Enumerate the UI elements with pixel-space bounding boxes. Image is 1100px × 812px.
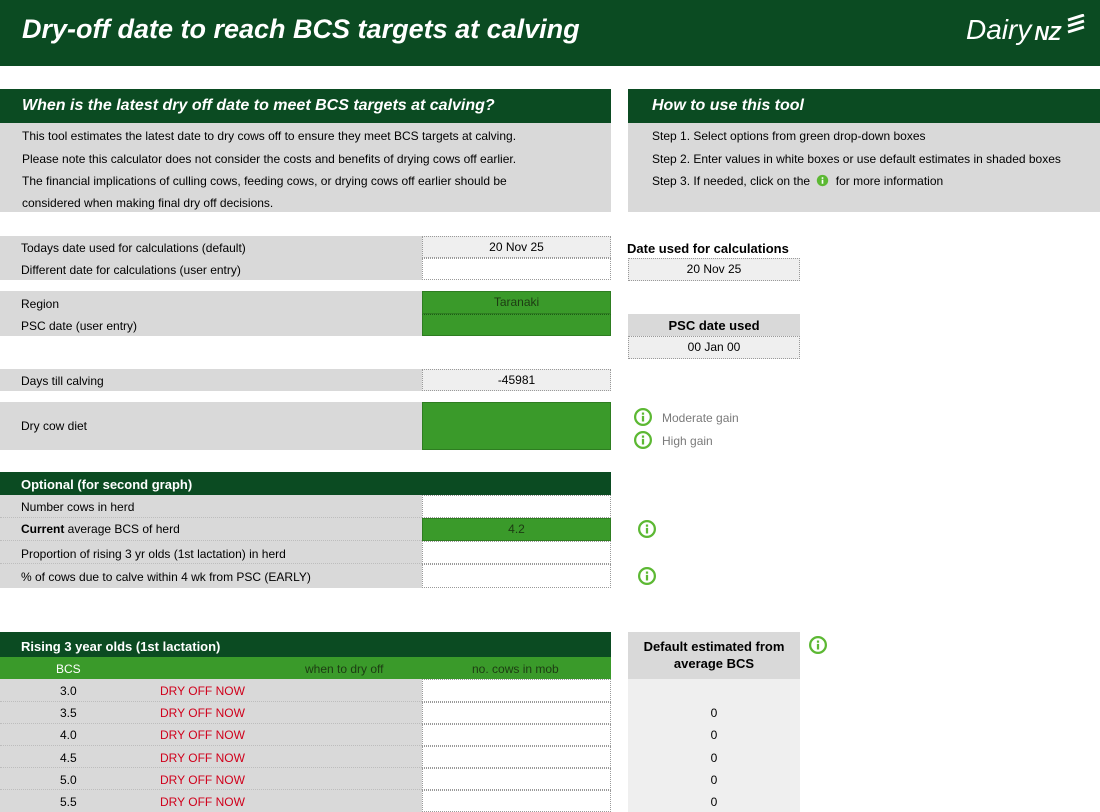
todays-date-label: Todays date used for calculations (defau… [21, 241, 246, 255]
default-value: 0 [710, 728, 718, 742]
rising-row-when: DRY OFF NOW [160, 684, 245, 698]
logo-text: Dairy [965, 14, 1032, 45]
moderate-gain-label: Moderate gain [662, 411, 739, 425]
rising-heading: Rising 3 year olds (1st lactation) [0, 632, 611, 657]
rising-row-when: DRY OFF NOW [160, 728, 245, 742]
step-3-text: Step 3. If needed, click on the for more… [652, 174, 943, 188]
step-2-text: Step 2. Enter values in white boxes or u… [652, 152, 1061, 166]
default-value: 0 [710, 706, 718, 720]
current-bcs-info-icon[interactable] [638, 520, 656, 538]
number-cows-label: Number cows in herd [21, 500, 135, 514]
default-value: 0 [710, 795, 718, 809]
psc-date-label: PSC date (user entry) [21, 319, 138, 333]
col-when-header: when to dry off [305, 662, 384, 676]
early-calving-label: % of cows due to calve within 4 wk from … [21, 570, 311, 584]
info-icon [817, 174, 829, 187]
number-cows-input[interactable] [422, 495, 611, 518]
moderate-gain-info-icon[interactable] [634, 408, 652, 426]
dry-cow-diet-dropdown[interactable] [422, 402, 611, 450]
intro-panel: This tool estimates the latest date to d… [0, 123, 611, 212]
rising-row-bcs: 5.5 [60, 795, 77, 809]
logo-nz: NZ [1034, 23, 1061, 45]
default-header: Default estimated from average BCS [643, 639, 785, 671]
region-dropdown[interactable]: Taranaki [422, 291, 611, 314]
different-date-label: Different date for calculations (user en… [21, 263, 241, 277]
page-title: Dry-off date to reach BCS targets at cal… [22, 14, 580, 44]
intro-heading: When is the latest dry off date to meet … [0, 89, 611, 123]
date-used-header: Date used for calculations [627, 241, 789, 256]
step-1-text: Step 1. Select options from green drop-d… [652, 129, 926, 143]
rising-row-cows-input[interactable] [422, 768, 611, 790]
default-value: 0 [710, 751, 718, 765]
psc-date-input[interactable] [422, 314, 611, 336]
default-values-column [628, 679, 800, 812]
dairynz-logo: Dairy NZ [966, 14, 1086, 46]
rising-row-bcs: 3.5 [60, 706, 77, 720]
days-till-calving-value: -45981 [422, 369, 611, 391]
default-estimate-info-icon[interactable] [809, 636, 827, 654]
high-gain-info-icon[interactable] [634, 431, 652, 449]
different-date-input[interactable] [422, 258, 611, 280]
rising-row-when: DRY OFF NOW [160, 773, 245, 787]
proportion-input[interactable] [422, 541, 611, 564]
intro-line-4: considered when making final dry off dec… [22, 196, 274, 210]
rising-row-bcs: 5.0 [60, 773, 77, 787]
rising-row-cows-input[interactable] [422, 679, 611, 702]
rising-row-cows-input[interactable] [422, 746, 611, 768]
current-rest: average BCS of herd [64, 522, 180, 536]
psc-used-value: 00 Jan 00 [628, 336, 800, 359]
rising-row-cows-input[interactable] [422, 702, 611, 724]
early-calving-input[interactable] [422, 564, 611, 588]
rising-row-when: DRY OFF NOW [160, 795, 245, 809]
step-3-prefix: Step 3. If needed, click on the [652, 174, 811, 188]
col-cows-header: no. cows in mob [472, 662, 559, 676]
rising-row-cows-input[interactable] [422, 724, 611, 746]
proportion-label: Proportion of rising 3 yr olds (1st lact… [21, 547, 286, 561]
todays-date-value: 20 Nov 25 [422, 236, 611, 258]
intro-line-2: Please note this calculator does not con… [22, 152, 517, 166]
dry-cow-diet-label: Dry cow diet [21, 419, 88, 433]
current-bold: Current [21, 522, 65, 536]
early-calving-info-icon[interactable] [638, 567, 656, 585]
default-value: 0 [710, 773, 718, 787]
optional-heading: Optional (for second graph) [0, 472, 611, 495]
rising-row-cows-input[interactable] [422, 790, 611, 812]
current-bcs-label: Current average BCS of herd [21, 522, 180, 536]
intro-line-3: The financial implications of culling co… [22, 174, 507, 188]
step-3-suffix: for more information [835, 174, 944, 188]
region-label: Region [21, 297, 60, 311]
how-to-panel: Step 1. Select options from green drop-d… [628, 123, 1100, 212]
col-bcs-header: BCS [56, 662, 81, 676]
psc-used-header: PSC date used [668, 318, 760, 333]
date-used-value: 20 Nov 25 [628, 258, 800, 281]
intro-line-1: This tool estimates the latest date to d… [22, 129, 517, 143]
rising-row-bcs: 4.0 [60, 728, 77, 742]
days-till-calving-label: Days till calving [21, 374, 104, 388]
rising-row-when: DRY OFF NOW [160, 706, 245, 720]
rising-row-bcs: 4.5 [60, 751, 77, 765]
rising-row-when: DRY OFF NOW [160, 751, 245, 765]
current-bcs-dropdown[interactable]: 4.2 [422, 518, 611, 541]
rising-row-bcs: 3.0 [60, 684, 77, 698]
high-gain-label: High gain [662, 434, 713, 448]
how-to-heading: How to use this tool [628, 89, 1100, 123]
logo-swoosh-icon [1067, 14, 1085, 34]
